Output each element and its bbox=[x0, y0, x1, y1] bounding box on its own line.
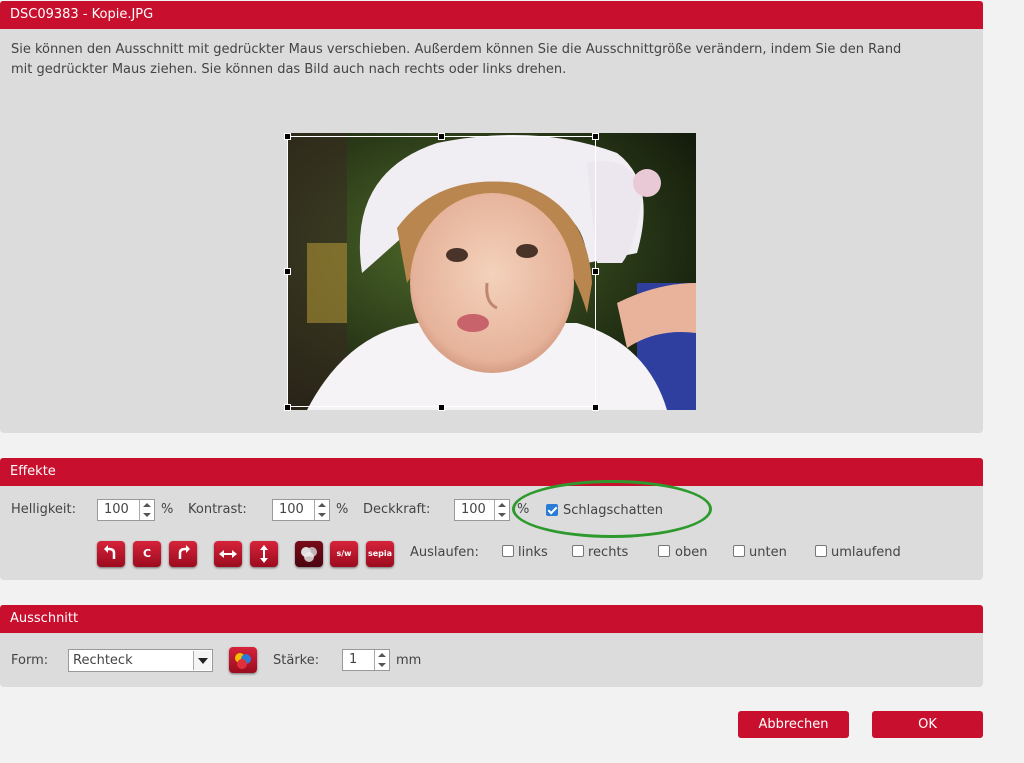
crop-handle-top-left[interactable] bbox=[284, 133, 291, 140]
color-button[interactable]: C bbox=[133, 541, 161, 567]
chevron-down-icon[interactable] bbox=[193, 651, 211, 670]
spinner-arrows-icon[interactable] bbox=[494, 500, 509, 520]
spinner-arrows-icon[interactable] bbox=[374, 650, 389, 670]
contrast-spinner[interactable]: 100 bbox=[272, 499, 330, 521]
brightness-label: Helligkeit: bbox=[11, 502, 77, 517]
crop-handle-bottom-right[interactable] bbox=[592, 404, 599, 411]
strength-spinner[interactable]: 1 bbox=[342, 649, 390, 671]
opacity-spinner[interactable]: 100 bbox=[454, 499, 510, 521]
fade-bottom-checkbox[interactable] bbox=[733, 545, 745, 557]
rotate-left-icon bbox=[104, 545, 116, 559]
flip-vertical-icon bbox=[260, 545, 268, 563]
crop-handle-top-right[interactable] bbox=[592, 133, 599, 140]
rotate-right-icon bbox=[178, 545, 190, 559]
sepia-button[interactable]: sepia bbox=[366, 541, 394, 567]
flip-horizontal-button[interactable] bbox=[214, 541, 242, 567]
form-select[interactable]: Rechteck bbox=[68, 649, 213, 672]
instructions-text: Sie können den Ausschnitt mit gedrückter… bbox=[11, 42, 902, 77]
fade-right-checkbox[interactable] bbox=[572, 545, 584, 557]
contrast-unit: % bbox=[336, 502, 349, 517]
fade-top-checkbox[interactable] bbox=[658, 545, 670, 557]
contrast-label: Kontrast: bbox=[188, 502, 247, 517]
flip-horizontal-icon bbox=[219, 550, 237, 558]
fade-left-checkbox[interactable] bbox=[502, 545, 514, 557]
strength-label: Stärke: bbox=[273, 653, 320, 668]
brightness-unit: % bbox=[161, 502, 174, 517]
fade-right-label[interactable]: rechts bbox=[588, 545, 628, 561]
ok-button[interactable]: OK bbox=[872, 711, 983, 738]
crop-title: Ausschnitt bbox=[0, 605, 983, 633]
strength-unit: mm bbox=[396, 653, 422, 668]
fade-left-label[interactable]: links bbox=[518, 545, 548, 561]
crop-handle-bottom[interactable] bbox=[438, 404, 445, 411]
crop-handle-top[interactable] bbox=[438, 133, 445, 140]
fade-label: Auslaufen: bbox=[410, 545, 479, 560]
crop-handle-left[interactable] bbox=[284, 268, 291, 275]
form-select-value: Rechteck bbox=[73, 653, 133, 668]
fade-around-checkbox[interactable] bbox=[815, 545, 827, 557]
fade-bottom-label[interactable]: unten bbox=[749, 545, 787, 561]
spinner-arrows-icon[interactable] bbox=[139, 500, 154, 520]
color-circles-icon bbox=[301, 547, 317, 562]
crop-selection[interactable] bbox=[287, 136, 596, 407]
fade-top-label[interactable]: oben bbox=[675, 545, 707, 561]
rotate-left-button[interactable] bbox=[97, 541, 125, 567]
color-effect-button[interactable] bbox=[295, 541, 323, 567]
opacity-value: 100 bbox=[461, 502, 486, 517]
flip-vertical-button[interactable] bbox=[250, 541, 278, 567]
crop-handle-bottom-left[interactable] bbox=[284, 404, 291, 411]
rotate-right-button[interactable] bbox=[169, 541, 197, 567]
brightness-value: 100 bbox=[104, 502, 129, 517]
fade-around-label[interactable]: umlaufend bbox=[831, 545, 901, 561]
window-title: DSC09383 - Kopie.JPG bbox=[0, 1, 983, 29]
color-palette-icon bbox=[235, 653, 251, 669]
contrast-value: 100 bbox=[279, 502, 304, 517]
effects-title: Effekte bbox=[0, 458, 983, 486]
cancel-button[interactable]: Abbrechen bbox=[738, 711, 849, 738]
shape-color-button[interactable] bbox=[229, 647, 257, 673]
highlight-ellipse bbox=[512, 480, 712, 538]
spinner-arrows-icon[interactable] bbox=[314, 500, 329, 520]
brightness-spinner[interactable]: 100 bbox=[97, 499, 155, 521]
strength-value: 1 bbox=[349, 652, 358, 667]
opacity-label: Deckkraft: bbox=[363, 502, 431, 517]
bw-button[interactable]: s/w bbox=[330, 541, 358, 567]
form-label: Form: bbox=[11, 653, 49, 668]
crop-handle-right[interactable] bbox=[592, 268, 599, 275]
